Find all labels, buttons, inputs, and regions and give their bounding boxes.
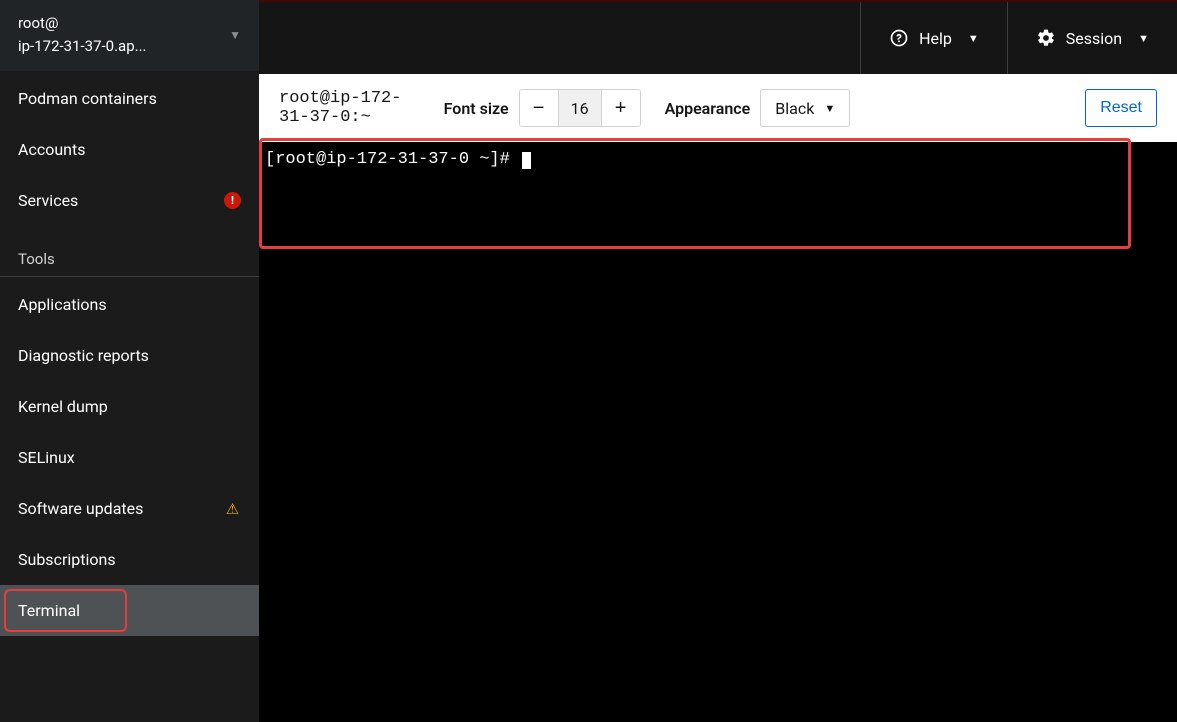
sidebar-item-label: Applications <box>18 295 107 314</box>
session-menu[interactable]: Session ▼ <box>1007 2 1177 74</box>
host-name: ip-172-31-37-0.ap... <box>18 35 147 58</box>
sidebar-item-accounts[interactable]: Accounts <box>0 124 259 175</box>
terminal[interactable]: [root@ip-172-31-37-0 ~]# <box>259 142 1177 177</box>
help-label: Help <box>919 29 952 48</box>
appearance-select[interactable]: Black ▼ <box>760 89 850 127</box>
terminal-path: root@ip-172-31-37-0:~ <box>279 89 420 127</box>
sidebar-item-label: Kernel dump <box>18 397 108 416</box>
sidebar-item-label: Diagnostic reports <box>18 346 149 365</box>
fontsize-label: Font size <box>444 99 509 118</box>
chevron-down-icon: ▼ <box>824 102 835 115</box>
sidebar-item-label: Podman containers <box>18 89 157 108</box>
terminal-cursor <box>522 152 531 169</box>
appearance-value: Black <box>775 99 814 118</box>
tools-section-label: Tools <box>0 226 259 277</box>
chevron-down-icon: ▼ <box>1138 32 1149 45</box>
chevron-down-icon: ▼ <box>968 32 979 45</box>
chevron-down-icon: ▼ <box>229 28 241 42</box>
reset-button[interactable]: Reset <box>1085 89 1157 127</box>
host-text: root@ ip-172-31-37-0.ap... <box>18 12 147 57</box>
sidebar-item-subscriptions[interactable]: Subscriptions <box>0 534 259 585</box>
sidebar-item-label: Terminal <box>18 601 80 620</box>
gear-icon <box>1036 28 1056 48</box>
sidebar-item-kernel-dump[interactable]: Kernel dump <box>0 381 259 432</box>
host-selector[interactable]: root@ ip-172-31-37-0.ap... ▼ <box>0 0 259 71</box>
sidebar-item-terminal[interactable]: Terminal <box>0 585 259 636</box>
sidebar-item-label: Subscriptions <box>18 550 116 569</box>
fontsize-stepper: − 16 + <box>519 89 641 127</box>
sidebar-item-diagnostic-reports[interactable]: Diagnostic reports <box>0 330 259 381</box>
session-label: Session <box>1066 29 1122 48</box>
terminal-prompt: [root@ip-172-31-37-0 ~]# <box>265 150 520 169</box>
fontsize-decrease-button[interactable]: − <box>520 90 558 126</box>
sidebar-item-label: SELinux <box>18 448 75 467</box>
sidebar-item-label: Software updates <box>18 499 143 518</box>
alert-icon: ! <box>224 192 241 209</box>
sidebar-item-selinux[interactable]: SELinux <box>0 432 259 483</box>
help-icon <box>889 28 909 48</box>
sidebar-item-label: Services <box>18 191 78 210</box>
sidebar-item-podman-containers[interactable]: Podman containers <box>0 73 259 124</box>
sidebar-item-applications[interactable]: Applications <box>0 279 259 330</box>
sidebar-item-software-updates[interactable]: Software updates ⚠ <box>0 483 259 534</box>
warning-icon: ⚠ <box>224 500 241 517</box>
sidebar-item-services[interactable]: Services! <box>0 175 259 226</box>
sidebar-item-label: Accounts <box>18 140 85 159</box>
fontsize-increase-button[interactable]: + <box>602 90 640 126</box>
appearance-label: Appearance <box>665 99 751 118</box>
host-user: root@ <box>18 12 147 35</box>
fontsize-value: 16 <box>558 90 602 126</box>
help-menu[interactable]: Help ▼ <box>860 2 1007 74</box>
